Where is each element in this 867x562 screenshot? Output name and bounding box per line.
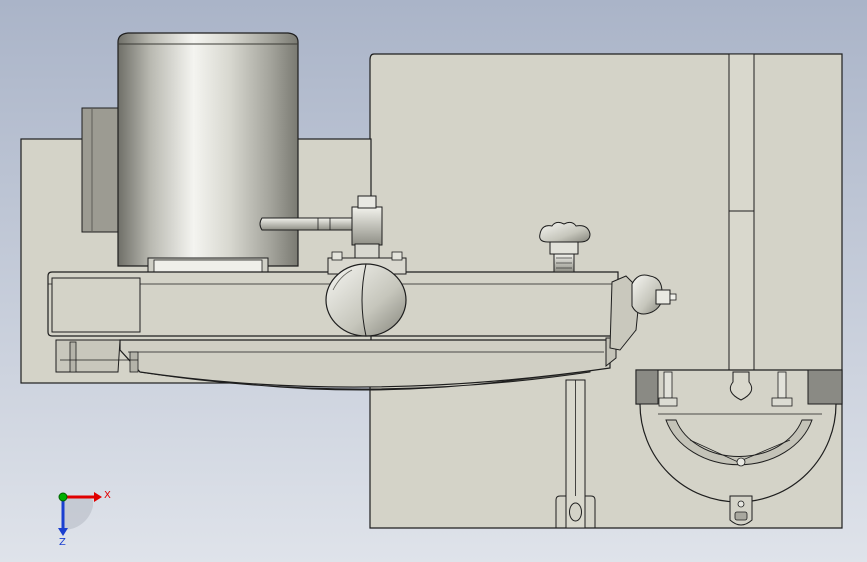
z-axis-label: Z (59, 537, 66, 548)
y-axis-dot (58, 492, 68, 502)
vertical-guide-slot (728, 53, 755, 385)
cad-viewport[interactable]: X Z (0, 0, 867, 562)
spindle-knob[interactable] (325, 263, 407, 337)
table-label-plate (51, 277, 141, 333)
x-axis-label: X (104, 490, 111, 501)
motor-mount-block (81, 107, 121, 233)
